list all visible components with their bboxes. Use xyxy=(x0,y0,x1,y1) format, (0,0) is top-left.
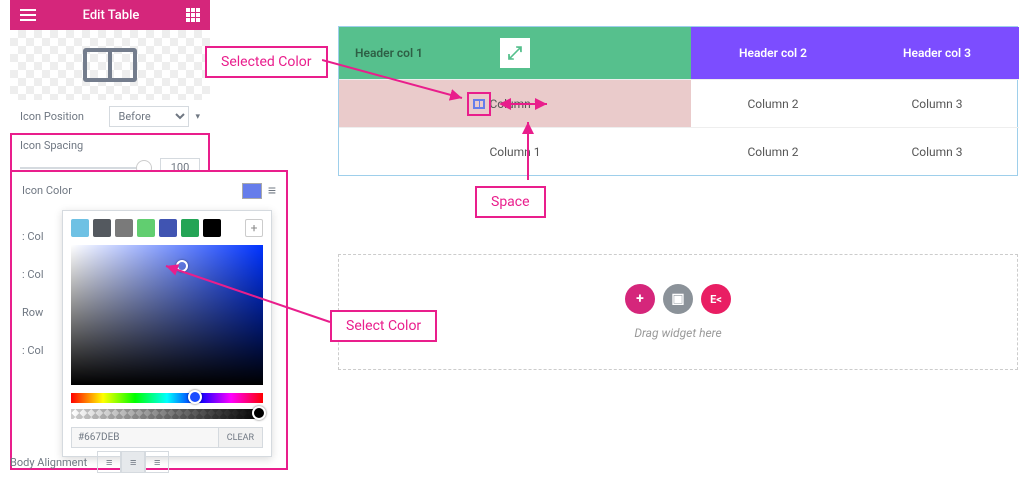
annotation-space: Space xyxy=(475,186,546,218)
sv-cursor[interactable] xyxy=(176,260,188,272)
drop-zone[interactable]: + ▣ E< Drag widget here xyxy=(338,254,1018,370)
side-label: Row xyxy=(22,306,43,319)
preset-swatch[interactable] xyxy=(137,219,155,237)
hamburger-icon[interactable]: ≡ xyxy=(268,182,276,199)
menu-icon[interactable] xyxy=(20,9,36,21)
align-right-button[interactable]: ≡ xyxy=(145,451,169,473)
ekit-button[interactable]: E< xyxy=(701,284,731,314)
annotation-select-color: Select Color xyxy=(330,310,437,342)
preset-swatch[interactable] xyxy=(159,219,177,237)
annotation-selected-color: Selected Color xyxy=(205,46,328,78)
alpha-thumb[interactable] xyxy=(252,406,266,420)
icon-color-label: Icon Color xyxy=(22,184,72,197)
hex-input[interactable] xyxy=(71,427,219,448)
color-swatch[interactable] xyxy=(242,183,262,199)
color-picker-popover: + CLEAR xyxy=(62,210,272,457)
align-center-button[interactable]: ≡ xyxy=(121,451,145,473)
sidebar-header: Edit Table xyxy=(10,0,210,30)
body-alignment-row: Body Alignment ≡ ≡ ≡ xyxy=(10,451,169,473)
table-preview: Header col 1 ⤢ Header col 2 Header col 3… xyxy=(338,26,1018,176)
panel-title: Edit Table xyxy=(83,8,140,23)
add-preset-button[interactable]: + xyxy=(245,219,263,237)
preset-row: + xyxy=(71,219,263,237)
apps-icon[interactable] xyxy=(186,8,200,22)
template-library-button[interactable]: ▣ xyxy=(663,284,693,314)
icon-spacing-label: Icon Spacing xyxy=(20,139,200,152)
chevron-down-icon: ▾ xyxy=(195,112,200,122)
preset-swatch[interactable] xyxy=(93,219,111,237)
alpha-slider[interactable] xyxy=(71,409,263,419)
table-header[interactable]: Header col 3 xyxy=(855,27,1019,79)
preset-swatch[interactable] xyxy=(203,219,221,237)
icon-position-select[interactable]: Before xyxy=(109,106,189,127)
align-left-button[interactable]: ≡ xyxy=(97,451,121,473)
add-section-button[interactable]: + xyxy=(625,284,655,314)
table-cell[interactable]: Column 2 xyxy=(691,79,855,127)
icon-position-label: Icon Position xyxy=(20,110,84,123)
table-header[interactable]: Header col 2 xyxy=(691,27,855,79)
columns-icon xyxy=(83,48,137,82)
table-cell[interactable]: Column 3 xyxy=(855,127,1019,175)
columns-icon xyxy=(473,99,485,109)
icon-position-row: Icon Position Before ▾ xyxy=(10,100,210,133)
color-panel: Icon Color ≡ : Col : Col Row : Col + CLE… xyxy=(10,170,288,470)
table-cell[interactable]: Column 2 xyxy=(691,127,855,175)
hue-thumb[interactable] xyxy=(188,390,202,404)
icon-preview xyxy=(10,30,210,100)
expand-icon[interactable]: ⤢ xyxy=(500,38,530,68)
side-label: : Col xyxy=(22,268,44,281)
table-cell[interactable]: Column 1 xyxy=(339,79,691,127)
clear-button[interactable]: CLEAR xyxy=(219,427,263,448)
selected-color-icon-box xyxy=(467,92,491,116)
table-header[interactable]: Header col 1 ⤢ xyxy=(339,27,691,79)
saturation-value-area[interactable] xyxy=(71,245,263,385)
preset-swatch[interactable] xyxy=(71,219,89,237)
preset-swatch[interactable] xyxy=(115,219,133,237)
hue-slider[interactable] xyxy=(71,393,263,403)
side-label: : Col xyxy=(22,344,44,357)
side-label: : Col xyxy=(22,230,44,243)
drop-hint: Drag widget here xyxy=(634,326,721,340)
table-cell[interactable]: Column 1 xyxy=(339,127,691,175)
icon-spacing-slider[interactable] xyxy=(20,167,152,169)
table-cell[interactable]: Column 3 xyxy=(855,79,1019,127)
preset-swatch[interactable] xyxy=(181,219,199,237)
